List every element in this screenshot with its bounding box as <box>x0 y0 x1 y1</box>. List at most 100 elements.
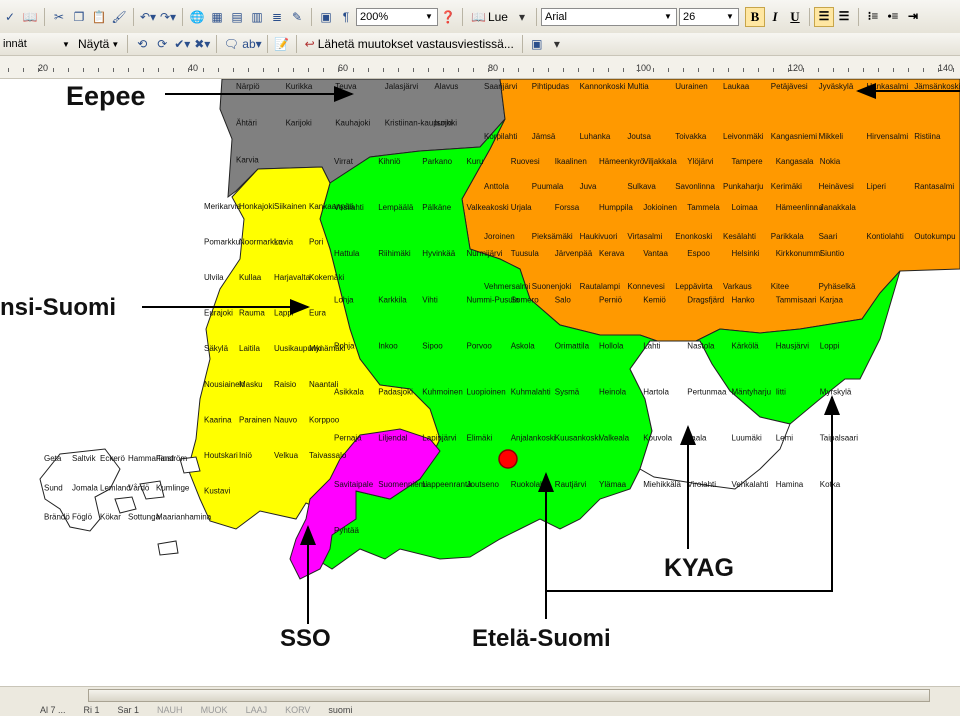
municipality-label: Taipalsaari <box>820 434 858 443</box>
copy-icon[interactable]: ❐ <box>70 7 88 27</box>
municipality-label: Suomenniemi <box>378 480 427 489</box>
font-name-select[interactable]: Arial ▼ <box>540 7 677 26</box>
municipality-label: Enonkoski <box>675 232 712 241</box>
ruler-tick <box>353 68 354 72</box>
indent-icon[interactable]: ⇥ <box>903 7 923 27</box>
callout-etela-suomi: Etelä-Suomi <box>472 625 611 652</box>
tables-borders-icon[interactable]: ▦ <box>208 7 226 27</box>
toolbar-options-icon[interactable]: ▾ <box>548 34 566 54</box>
ruler-tick <box>308 68 309 72</box>
status-item: Al 7 ... <box>40 705 66 715</box>
municipality-label: Punkaharju <box>723 182 763 191</box>
municipality-label: Luhanka <box>580 132 611 141</box>
ruler-tick <box>653 68 654 72</box>
municipality-label: Urjala <box>511 203 532 212</box>
columns-icon[interactable]: ≣ <box>268 7 286 27</box>
status-item: suomi <box>328 705 353 715</box>
status-item[interactable]: LAAJ <box>246 705 268 715</box>
italic-button[interactable]: I <box>765 7 785 27</box>
accept-change-icon[interactable]: ✔▾ <box>173 34 191 54</box>
insert-excel-icon[interactable]: ▥ <box>248 7 266 27</box>
municipality-label: Houtskari <box>204 451 238 460</box>
ruler-tick <box>428 68 429 72</box>
ruler-tick <box>338 68 339 72</box>
municipality-label: Lavia <box>274 238 294 247</box>
reject-change-icon[interactable]: ✖▾ <box>193 34 211 54</box>
paste-icon[interactable]: 📋 <box>90 7 108 27</box>
spellcheck-icon[interactable]: ✓ <box>1 7 19 27</box>
municipality-label: Viljakkala <box>643 157 677 166</box>
municipality-label: Kauhajoki <box>335 119 370 128</box>
bullets-icon[interactable]: •≡ <box>883 7 903 27</box>
view-menu[interactable]: Näytä ▼ <box>75 34 122 54</box>
horizontal-ruler[interactable]: 20 40 60 80 100 120 140 <box>0 56 960 79</box>
numbering-icon[interactable]: ⁝≡ <box>863 7 883 27</box>
ruler-tick <box>173 68 174 72</box>
municipality-label: Puumala <box>532 182 564 191</box>
municipality-label: Askola <box>511 341 536 350</box>
municipality-label: Eura <box>309 309 326 318</box>
align-center-icon[interactable]: ☰ <box>834 7 854 27</box>
ruler-tick <box>188 68 189 72</box>
align-left-icon[interactable]: ☰ <box>813 6 834 27</box>
status-item[interactable]: KORV <box>285 705 310 715</box>
island <box>114 496 137 514</box>
help-icon[interactable]: ❓ <box>439 7 457 27</box>
municipality-label: Juva <box>580 182 597 191</box>
toolbar-separator <box>808 7 810 26</box>
format-painter-icon[interactable]: 🖌 <box>110 7 128 27</box>
hyperlink-icon[interactable]: 🌐 <box>188 7 206 27</box>
municipality-label: Leivonmäki <box>723 132 764 141</box>
drawing-icon[interactable]: ✎ <box>288 7 306 27</box>
highlight-icon[interactable]: ab▾ <box>242 34 261 54</box>
municipality-label: Uurainen <box>675 82 707 91</box>
status-item[interactable]: NAUH <box>157 705 183 715</box>
toolbar-options-icon[interactable]: ▾ <box>513 7 531 27</box>
document-canvas[interactable]: Närpiö Kurikka Teuva Jalasjärvi Alavus Ähtäri… <box>0 79 960 685</box>
municipality-label: Kesälahti <box>723 232 756 241</box>
underline-button[interactable]: U <box>785 7 805 27</box>
ruler-tick <box>713 68 714 72</box>
finland-region-map: Närpiö Kurikka Teuva Jalasjärvi Alavus Ähtäri… <box>0 79 960 652</box>
research-icon[interactable]: 📖 <box>21 7 39 27</box>
next-change-icon[interactable]: ⟳ <box>153 34 171 54</box>
show-hide-icon[interactable]: ¶ <box>337 7 355 27</box>
redo-icon[interactable]: ↷▾ <box>159 7 177 27</box>
ruler-tick <box>143 68 144 72</box>
font-size-select[interactable]: 26 ▼ <box>678 7 739 26</box>
undo-icon[interactable]: ↶▾ <box>139 7 157 27</box>
municipality-label: Savonlinna <box>675 182 715 191</box>
municipality-label: Anjalankoski <box>511 434 556 443</box>
municipality-label: Joutseno <box>467 480 500 489</box>
municipality-label: Valkeala <box>599 434 630 443</box>
municipality-label: Laitila <box>239 344 260 353</box>
style-select[interactable]: innät ▼ <box>0 35 74 53</box>
zoom-select[interactable]: 200% ▼ <box>356 7 438 26</box>
insert-table-icon[interactable]: ▤ <box>228 7 246 27</box>
municipality-label: Honkajoki <box>239 202 274 211</box>
municipality-label: Joroinen <box>484 232 515 241</box>
cut-icon[interactable]: ✂ <box>50 7 68 27</box>
document-map-icon[interactable]: ▣ <box>317 7 335 27</box>
status-item[interactable]: MUOK <box>201 705 228 715</box>
bold-button[interactable]: B <box>744 6 765 27</box>
ruler-tick <box>203 68 204 72</box>
reading-layout-icon[interactable]: ▣ <box>528 34 546 54</box>
send-changes-button[interactable]: ↩ Lähetä muutokset vastausviestissä... <box>302 34 517 54</box>
ruler-tick <box>248 68 249 72</box>
municipality-label: Kuru <box>467 157 484 166</box>
track-changes-icon[interactable]: 📝 <box>273 34 291 54</box>
municipality-label: Sulkava <box>627 182 656 191</box>
new-comment-icon[interactable]: 🗨 <box>222 34 240 54</box>
municipality-label: Hanko <box>732 295 756 304</box>
municipality-label: Ruovesi <box>511 157 540 166</box>
horizontal-scrollbar[interactable] <box>0 686 960 704</box>
previous-change-icon[interactable]: ⟲ <box>133 34 151 54</box>
ruler-tick <box>668 68 669 72</box>
ruler-tick <box>938 68 939 72</box>
toolbar-separator <box>266 35 268 53</box>
read-button[interactable]: 📖 Lue <box>468 7 511 27</box>
scrollbar-thumb[interactable] <box>88 689 930 702</box>
municipality-label: Tammisaari <box>776 295 817 304</box>
ruler-tick <box>323 68 324 72</box>
